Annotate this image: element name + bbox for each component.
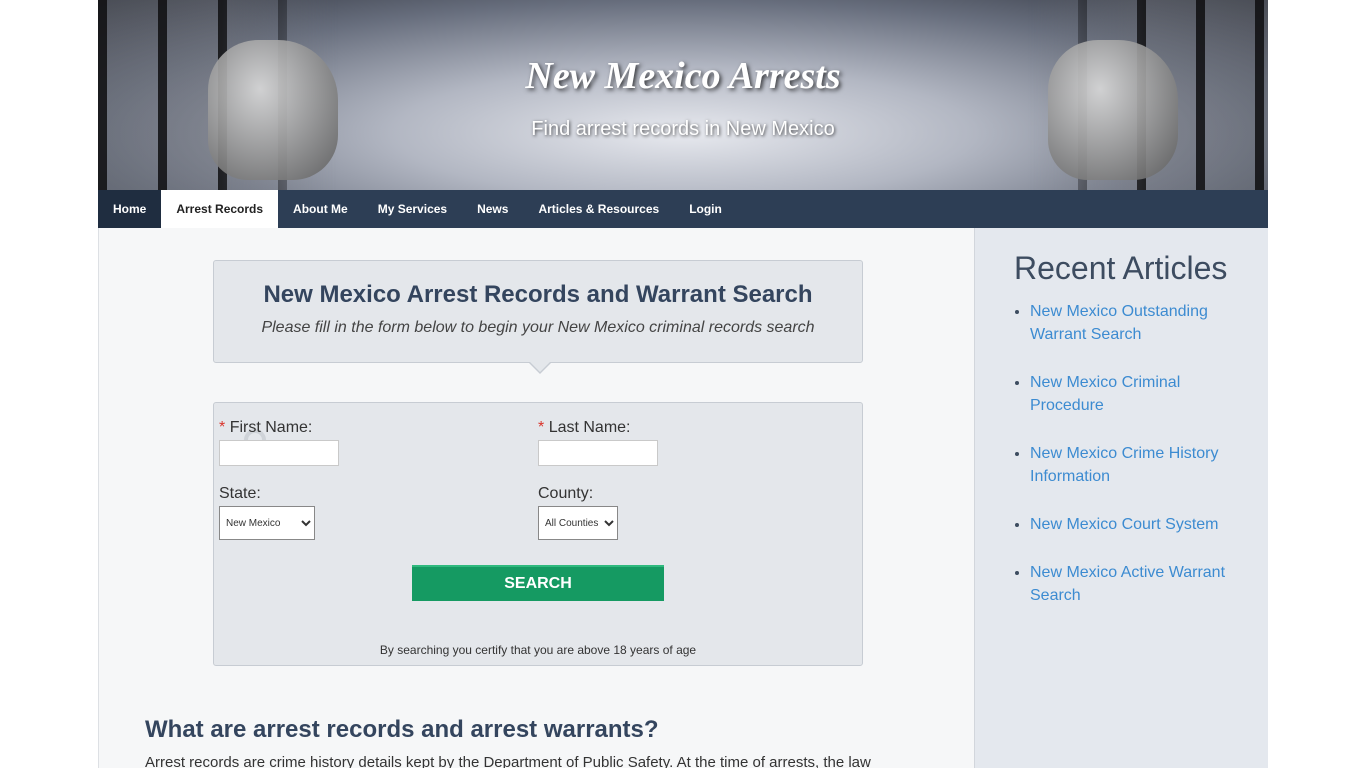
required-mark: * <box>538 419 545 436</box>
callout-pointer <box>528 361 552 374</box>
search-subtitle: Please fill in the form below to begin y… <box>261 319 815 336</box>
list-item: New Mexico Outstanding Warrant Search <box>1030 300 1250 346</box>
page: New Mexico Arrests Find arrest records i… <box>98 0 1268 768</box>
nav-home[interactable]: Home <box>98 190 162 228</box>
last-name-label: * Last Name: <box>538 419 631 436</box>
list-item: New Mexico Crime History Information <box>1030 442 1250 488</box>
state-select[interactable]: New Mexico <box>219 506 315 540</box>
search-intro-box: New Mexico Arrest Records and Warrant Se… <box>213 260 863 374</box>
article-link[interactable]: New Mexico Crime History Information <box>1030 445 1218 485</box>
article-link[interactable]: New Mexico Active Warrant Search <box>1030 564 1225 604</box>
recent-articles-title: Recent Articles <box>1014 250 1228 286</box>
nav-news[interactable]: News <box>462 190 523 228</box>
site-tagline: Find arrest records in New Mexico <box>531 118 835 140</box>
state-group: State: New Mexico <box>219 485 315 540</box>
required-mark: * <box>219 419 226 436</box>
sidebar: Recent Articles New Mexico Outstanding W… <box>974 228 1268 768</box>
header-banner: New Mexico Arrests Find arrest records i… <box>98 0 1268 190</box>
article-link[interactable]: New Mexico Court System <box>1030 516 1219 533</box>
list-item: New Mexico Criminal Procedure <box>1030 371 1250 417</box>
section-heading: What are arrest records and arrest warra… <box>145 716 659 743</box>
search-form: * First Name: * Last Name: State: New Me… <box>213 402 863 666</box>
site-title[interactable]: New Mexico Arrests <box>98 54 1268 98</box>
age-disclaimer: By searching you certify that you are ab… <box>379 643 697 657</box>
main-content: New Mexico Arrest Records and Warrant Se… <box>98 228 975 768</box>
list-item: New Mexico Court System <box>1030 513 1250 536</box>
recent-articles-list: New Mexico Outstanding Warrant Search Ne… <box>1014 300 1250 632</box>
county-select[interactable]: All Counties <box>538 506 618 540</box>
search-title: New Mexico Arrest Records and Warrant Se… <box>263 281 813 308</box>
main-nav: Home Arrest Records About Me My Services… <box>98 190 1268 228</box>
county-group: County: All Counties <box>538 485 618 540</box>
nav-login[interactable]: Login <box>674 190 737 228</box>
last-name-group: * Last Name: <box>538 419 658 466</box>
nav-my-services[interactable]: My Services <box>363 190 462 228</box>
search-button[interactable]: SEARCH <box>412 565 664 601</box>
first-name-input[interactable] <box>219 440 339 466</box>
article-link[interactable]: New Mexico Criminal Procedure <box>1030 374 1180 414</box>
nav-arrest-records[interactable]: Arrest Records <box>161 190 279 228</box>
section-body: Arrest records are crime history details… <box>145 754 871 768</box>
county-label: County: <box>538 485 594 502</box>
list-item: New Mexico Active Warrant Search <box>1030 561 1250 607</box>
first-name-label: * First Name: <box>219 419 313 436</box>
state-label: State: <box>219 485 261 502</box>
article-link[interactable]: New Mexico Outstanding Warrant Search <box>1030 303 1208 343</box>
nav-articles-resources[interactable]: Articles & Resources <box>523 190 674 228</box>
last-name-input[interactable] <box>538 440 658 466</box>
first-name-group: * First Name: <box>219 419 339 466</box>
nav-about-me[interactable]: About Me <box>278 190 363 228</box>
